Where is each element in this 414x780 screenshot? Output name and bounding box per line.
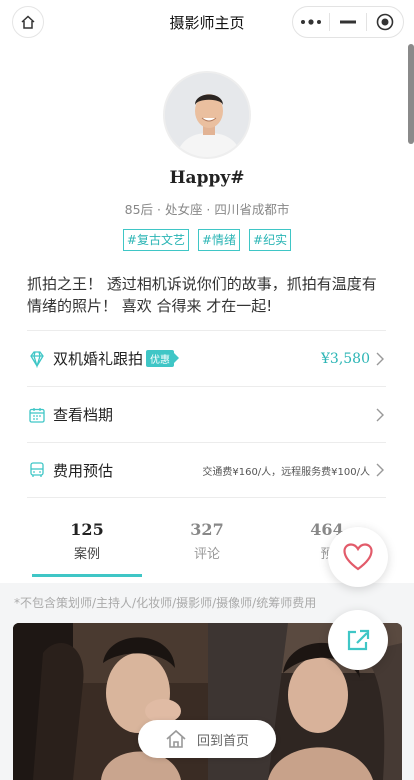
home-icon xyxy=(166,729,186,748)
heart-icon xyxy=(343,543,373,571)
schedule-label: 查看档期 xyxy=(53,406,114,424)
style-tag[interactable]: #情绪 xyxy=(197,229,241,251)
style-tags: #复古文艺 #情绪 #纪实 xyxy=(0,229,414,251)
calendar-icon xyxy=(27,405,47,425)
photographer-name: Happy# xyxy=(169,168,245,188)
price-notice: *不包含策划师/主持人/化妆师/摄影师/摄像师/统筹师费用 xyxy=(14,596,317,610)
mini-program-capsule xyxy=(292,6,404,38)
active-tab-indicator xyxy=(32,574,142,577)
tab-reviews[interactable]: 327 评论 xyxy=(152,510,262,576)
schedule-row[interactable]: 查看档期 xyxy=(27,386,386,442)
style-tag[interactable]: #纪实 xyxy=(249,229,292,251)
home-button[interactable] xyxy=(12,6,44,38)
tab-count: 125 xyxy=(70,520,104,539)
more-icon xyxy=(301,19,321,25)
package-price: ¥3,580 xyxy=(321,350,370,367)
tab-cases[interactable]: 125 案例 xyxy=(32,510,142,576)
discount-badge: 优惠 xyxy=(146,350,180,367)
package-label: 双机婚礼跟拍 xyxy=(53,350,144,368)
share-icon xyxy=(347,629,370,651)
style-tag[interactable]: #复古文艺 xyxy=(122,229,189,251)
fee-label: 费用预估 xyxy=(53,461,114,480)
back-home-label: 回到首页 xyxy=(196,733,249,749)
profile-meta: 85后 · 处女座 · 四川省成都市 xyxy=(124,202,290,217)
chevron-right-icon xyxy=(376,408,386,422)
scrollbar[interactable] xyxy=(408,44,414,144)
favorite-button[interactable] xyxy=(328,527,388,587)
tab-label: 评论 xyxy=(193,547,220,562)
target-icon xyxy=(376,13,394,31)
page-title: 摄影师主页 xyxy=(169,13,245,32)
tab-label: 案例 xyxy=(73,547,100,562)
fee-row[interactable]: 费用预估 交通费¥160/人，远程服务费¥100/人 xyxy=(27,442,386,498)
minimize-icon xyxy=(340,20,356,24)
home-icon xyxy=(21,15,35,29)
minimize-button[interactable] xyxy=(330,7,366,37)
fee-note: 交通费¥160/人，远程服务费¥100/人 xyxy=(202,466,370,478)
share-button[interactable] xyxy=(328,610,388,670)
close-button[interactable] xyxy=(367,7,403,37)
chevron-right-icon xyxy=(376,352,386,366)
profile-bio: 抓拍之王！ 透过相机诉说你们的故事，抓拍有温度有情绪的照片！ 喜欢 合得来 才在… xyxy=(27,275,377,315)
more-button[interactable] xyxy=(293,7,329,37)
package-row[interactable]: 双机婚礼跟拍 优惠 ¥3,580 xyxy=(27,330,386,386)
gem-icon xyxy=(27,349,47,369)
avatar xyxy=(163,71,251,159)
bus-icon xyxy=(27,460,47,480)
chevron-right-icon xyxy=(376,463,386,477)
photographer-page: 摄影师主页 Happy# 85后 · 处女座 · 四川省成都市 #复古文艺 #情… xyxy=(0,0,414,780)
back-home-button[interactable]: 回到首页 xyxy=(138,720,276,758)
tab-count: 327 xyxy=(190,520,224,539)
top-bar: 摄影师主页 xyxy=(0,0,414,44)
